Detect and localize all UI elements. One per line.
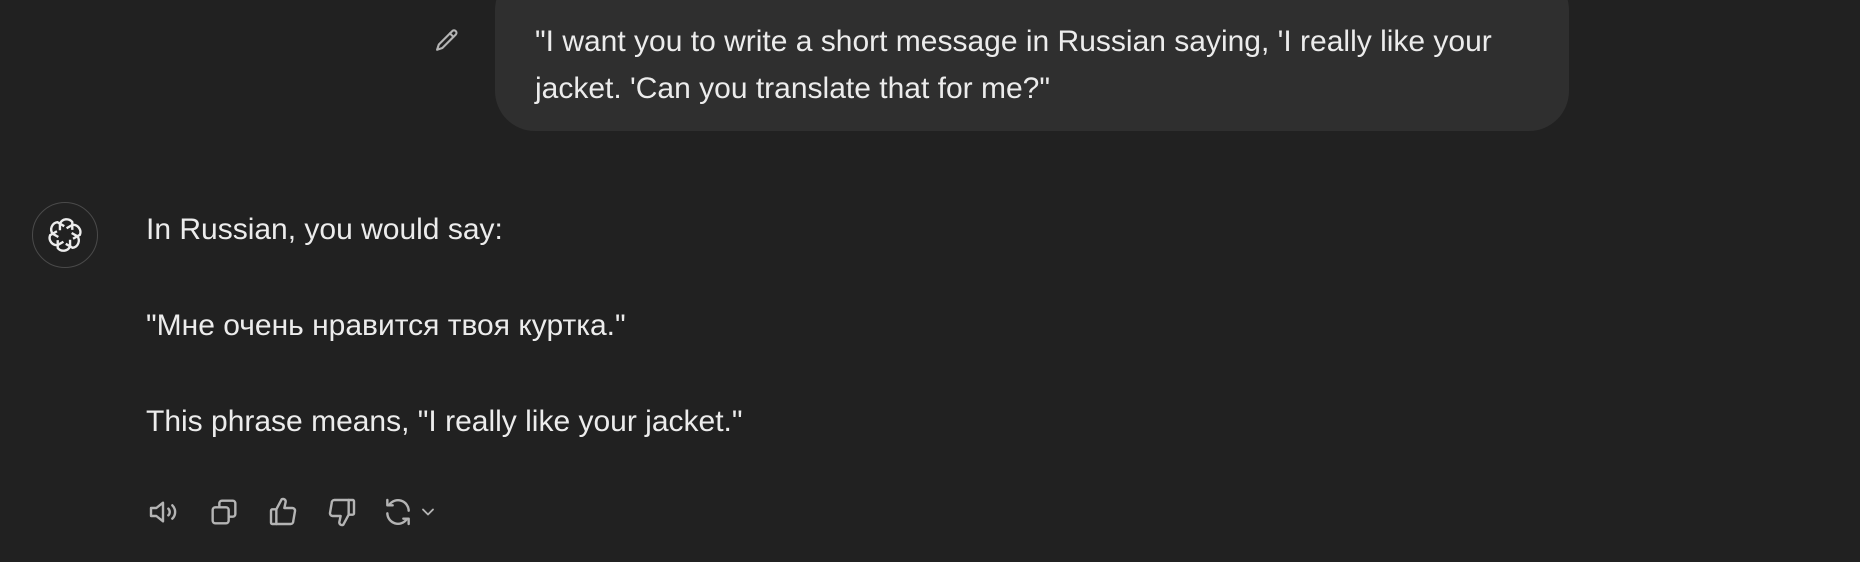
- refresh-icon: [386, 498, 410, 526]
- speaker-icon: [149, 501, 177, 523]
- message-action-bar: [146, 493, 446, 531]
- copy-icon: [211, 499, 237, 525]
- thumbs-down-button[interactable]: [323, 493, 361, 531]
- thumbs-up-icon: [269, 497, 297, 526]
- assistant-paragraph: In Russian, you would say:: [146, 213, 503, 246]
- openai-logo-icon: [48, 218, 82, 252]
- copy-button[interactable]: [205, 493, 243, 531]
- read-aloud-button[interactable]: [146, 493, 184, 531]
- user-message-bubble: "I want you to write a short message in …: [495, 0, 1569, 131]
- assistant-paragraph: This phrase means, "I really like your j…: [146, 405, 743, 438]
- assistant-avatar: [32, 202, 98, 268]
- user-message-row: "I want you to write a short message in …: [0, 0, 1860, 132]
- pencil-icon: [436, 29, 458, 51]
- thumbs-up-button[interactable]: [264, 493, 302, 531]
- user-message-text: "I want you to write a short message in …: [535, 25, 1492, 105]
- regenerate-button[interactable]: [382, 493, 446, 531]
- thumbs-down-icon: [328, 498, 356, 527]
- assistant-message: In Russian, you would say: "Мне очень нр…: [146, 210, 1646, 442]
- assistant-paragraph-translation: "Мне очень нравится твоя куртка.": [146, 309, 626, 342]
- edit-message-button[interactable]: [430, 24, 464, 58]
- chevron-down-icon: [422, 508, 434, 516]
